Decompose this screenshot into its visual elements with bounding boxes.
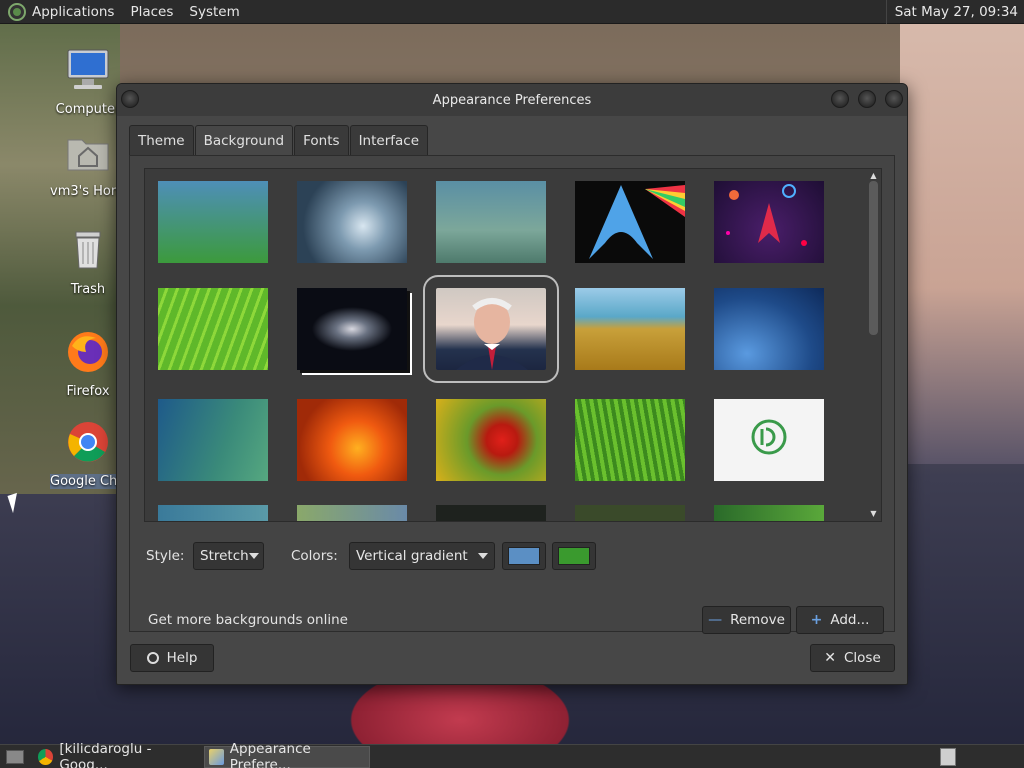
window-titlebar[interactable]: Appearance Preferences (117, 84, 907, 116)
colors-dropdown-value: Vertical gradient (356, 548, 468, 564)
wallpaper-thumb[interactable] (714, 399, 824, 481)
wallpaper-thumb[interactable] (714, 181, 824, 263)
desktop-icon-label: Computer (55, 102, 121, 117)
wallpaper-thumb-selected[interactable] (423, 275, 559, 383)
style-dropdown[interactable]: Stretch (193, 542, 264, 570)
chevron-down-icon (478, 553, 488, 559)
space-rocket-icon (726, 184, 807, 246)
wallpaper-thumb[interactable] (158, 181, 268, 263)
desktop-icon-computer[interactable]: Computer (50, 46, 126, 117)
taskbar-item-appearance[interactable]: Appearance Prefere... (204, 741, 370, 768)
plus-icon: + (810, 612, 823, 628)
distro-logo-icon[interactable] (8, 2, 26, 21)
taskbar-item-label: Appearance Prefere... (229, 741, 311, 768)
primary-color-swatch (508, 547, 540, 565)
tab-interface[interactable]: Interface (349, 125, 429, 155)
menu-places[interactable]: Places (130, 4, 173, 20)
show-desktop-icon[interactable] (2, 746, 28, 768)
taskbar-item-chrome[interactable]: [kilicdaroglu - Goog... (34, 741, 202, 768)
chrome-icon (68, 422, 108, 462)
chevron-down-icon (248, 553, 259, 559)
firefox-icon (68, 332, 108, 372)
scroll-up-icon[interactable]: ▲ (869, 171, 878, 180)
wallpaper-thumb[interactable] (158, 505, 268, 521)
clock[interactable]: Sat May 27, 09:34 (885, 0, 1024, 24)
wallpaper-thumb[interactable] (714, 288, 824, 370)
primary-color-button[interactable] (502, 542, 546, 570)
colors-label: Colors: (291, 548, 338, 564)
maximize-icon[interactable] (858, 90, 876, 108)
trash-icon (75, 231, 101, 269)
window-title: Appearance Preferences (432, 92, 592, 108)
desktop-icon-firefox[interactable]: Firefox (50, 328, 126, 399)
wallpaper-thumb[interactable] (575, 505, 685, 521)
appearance-icon (209, 749, 224, 765)
top-panel: Applications Places System Sat May 27, 0… (0, 0, 1024, 24)
minus-icon: — (708, 612, 723, 628)
more-backgrounds-link[interactable]: Get more backgrounds online (148, 612, 348, 628)
desktop-icon-home[interactable]: vm3's Home (50, 128, 126, 199)
wallpaper-thumb[interactable] (575, 288, 685, 370)
wallpaper-thumb[interactable] (436, 505, 546, 521)
wallpaper-thumb[interactable] (575, 399, 685, 481)
taskbar-item-label: [kilicdaroglu - Goog... (59, 741, 152, 768)
close-window-icon[interactable] (885, 90, 903, 108)
tab-fonts[interactable]: Fonts (294, 125, 349, 155)
chrome-icon (38, 749, 54, 765)
wallpaper-gallery[interactable]: ▲ ▼ (144, 168, 882, 522)
home-folder-icon (67, 139, 109, 171)
help-icon (146, 652, 159, 664)
wallpaper-thumb[interactable] (297, 288, 407, 370)
scrollbar-thumb[interactable] (869, 181, 878, 335)
desktop-icon-label: Firefox (66, 384, 110, 399)
close-button-label: Close (843, 650, 881, 666)
style-dropdown-value: Stretch (200, 548, 249, 564)
background-tab-panel: ▲ ▼ Style: Stretch Colors: Vertical grad… (129, 155, 895, 634)
remove-button-label: Remove (730, 612, 785, 628)
tab-background[interactable]: Background (194, 125, 294, 156)
portrait-image (456, 298, 528, 370)
desktop-icon-trash[interactable]: Trash (50, 226, 126, 297)
computer-icon (67, 49, 109, 89)
secondary-color-swatch (558, 547, 590, 565)
menu-applications[interactable]: Applications (32, 4, 114, 20)
menu-system[interactable]: System (189, 4, 239, 20)
desktop-icon-chrome[interactable]: Google Chrome (50, 418, 126, 489)
wallpaper-thumb[interactable] (158, 399, 268, 481)
arch-logo-icon (589, 185, 685, 259)
wallpaper-thumb[interactable] (436, 181, 546, 263)
close-icon: ✕ (824, 650, 836, 666)
tab-theme[interactable]: Theme (129, 125, 194, 155)
wallpaper-thumb[interactable] (158, 288, 268, 370)
secondary-color-button[interactable] (552, 542, 596, 570)
appearance-preferences-window: Appearance Preferences Theme Background … (116, 83, 908, 685)
wallpaper-thumb[interactable] (297, 399, 407, 481)
wallpaper-thumb[interactable] (575, 181, 685, 263)
mouse-cursor-icon (7, 492, 23, 514)
bottom-taskbar: [kilicdaroglu - Goog... Appearance Prefe… (0, 741, 1024, 768)
wallpaper-thumb[interactable] (297, 181, 407, 263)
wallpaper-thumb[interactable] (297, 505, 407, 521)
add-button-label: Add... (830, 612, 870, 628)
remove-button[interactable]: — Remove (702, 606, 791, 634)
wallpaper-thumb[interactable] (714, 505, 824, 521)
minimize-icon[interactable] (831, 90, 849, 108)
close-button[interactable]: ✕ Close (810, 644, 895, 672)
help-button-label: Help (166, 650, 198, 666)
desktop-icon-label: Trash (70, 282, 106, 297)
window-menu-icon[interactable] (121, 90, 139, 108)
workspace-switcher[interactable] (936, 746, 960, 768)
desktop-icon-label: vm3's Home (50, 184, 126, 199)
colors-dropdown[interactable]: Vertical gradient (349, 542, 495, 570)
mint-logo-icon (751, 419, 787, 455)
wallpaper-right (900, 24, 1024, 464)
style-label: Style: (146, 548, 185, 564)
add-button[interactable]: + Add... (796, 606, 884, 634)
wallpaper-thumb[interactable] (436, 399, 546, 481)
help-button[interactable]: Help (130, 644, 214, 672)
tab-bar: Theme Background Fonts Interface (129, 125, 429, 156)
desktop-icon-label: Google Chrome (50, 474, 126, 489)
scroll-down-icon[interactable]: ▼ (869, 509, 878, 518)
